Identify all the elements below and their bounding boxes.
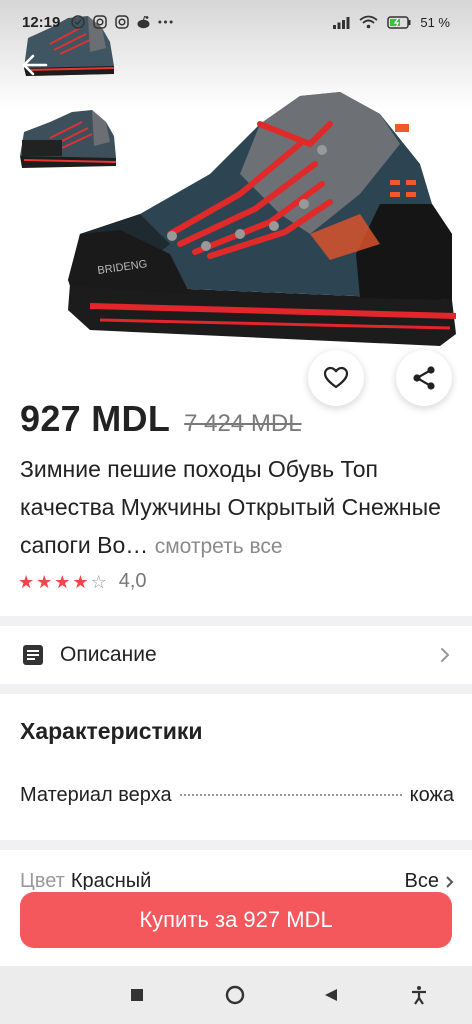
- spec-dots: [179, 794, 402, 796]
- product-image[interactable]: BRIDENG: [60, 84, 460, 354]
- system-indicators: 51 %: [332, 15, 450, 30]
- signal-icon: [333, 16, 350, 29]
- home-icon[interactable]: [224, 984, 246, 1006]
- status-time: 12:19: [22, 13, 61, 31]
- star-filled-icon: ★: [54, 571, 71, 592]
- buy-button[interactable]: Купить за 927 MDL: [20, 892, 452, 948]
- instagram-icon: [92, 15, 107, 30]
- share-icon: [413, 366, 435, 390]
- description-row[interactable]: Описание: [0, 626, 472, 684]
- share-button[interactable]: [396, 350, 452, 406]
- spec-name: Материал верха: [20, 784, 172, 806]
- back-button[interactable]: [18, 48, 52, 82]
- description-label: Описание: [60, 643, 157, 666]
- check-circle-icon: [70, 15, 85, 30]
- battery-icon: [387, 15, 411, 29]
- back-nav-icon[interactable]: [320, 984, 342, 1006]
- chevron-right-icon: [441, 648, 450, 662]
- see-all-link[interactable]: смотреть все: [155, 535, 283, 558]
- spec-row: Материал верха кожа: [20, 784, 454, 807]
- accessibility-icon[interactable]: [408, 984, 430, 1006]
- instagram-icon: [114, 15, 129, 30]
- notification-icons: [70, 15, 173, 30]
- buy-bar: Купить за 927 MDL: [0, 890, 472, 966]
- spec-value: кожа: [409, 784, 454, 806]
- heart-icon: [323, 366, 349, 389]
- reddit-icon: [136, 15, 151, 30]
- status-bar: 12:19 51 %: [0, 0, 472, 44]
- characteristics-title: Характеристики: [20, 718, 203, 744]
- price-row: 927 MDL 7 424 MDL: [20, 398, 302, 440]
- price: 927 MDL: [20, 398, 171, 439]
- wifi-icon: [359, 15, 378, 29]
- section-divider: [0, 616, 472, 626]
- battery-level: 51 %: [420, 14, 450, 30]
- document-icon: [23, 645, 43, 665]
- section-divider: [0, 840, 472, 850]
- rating-value: 4,0: [118, 570, 147, 592]
- more-dots-icon: [158, 15, 173, 30]
- product-gallery[interactable]: BRIDENG: [0, 0, 472, 406]
- star-filled-icon: ★: [36, 571, 53, 592]
- star-filled-icon: ★: [72, 571, 89, 592]
- star-filled-icon: ★: [18, 571, 35, 592]
- recents-icon[interactable]: [126, 984, 148, 1006]
- favorite-button[interactable]: [308, 350, 364, 406]
- system-nav-bar: [0, 966, 472, 1024]
- chevron-right-icon: [446, 875, 454, 888]
- product-title: Зимние пешие походы Обувь Топ качества М…: [20, 450, 460, 566]
- arrow-left-icon: [22, 54, 48, 76]
- old-price: 7 424 MDL: [184, 410, 302, 437]
- star-empty-icon: ☆: [90, 571, 107, 592]
- rating[interactable]: ★ ★ ★ ★ ☆ 4,0: [18, 570, 147, 593]
- section-divider: [0, 684, 472, 694]
